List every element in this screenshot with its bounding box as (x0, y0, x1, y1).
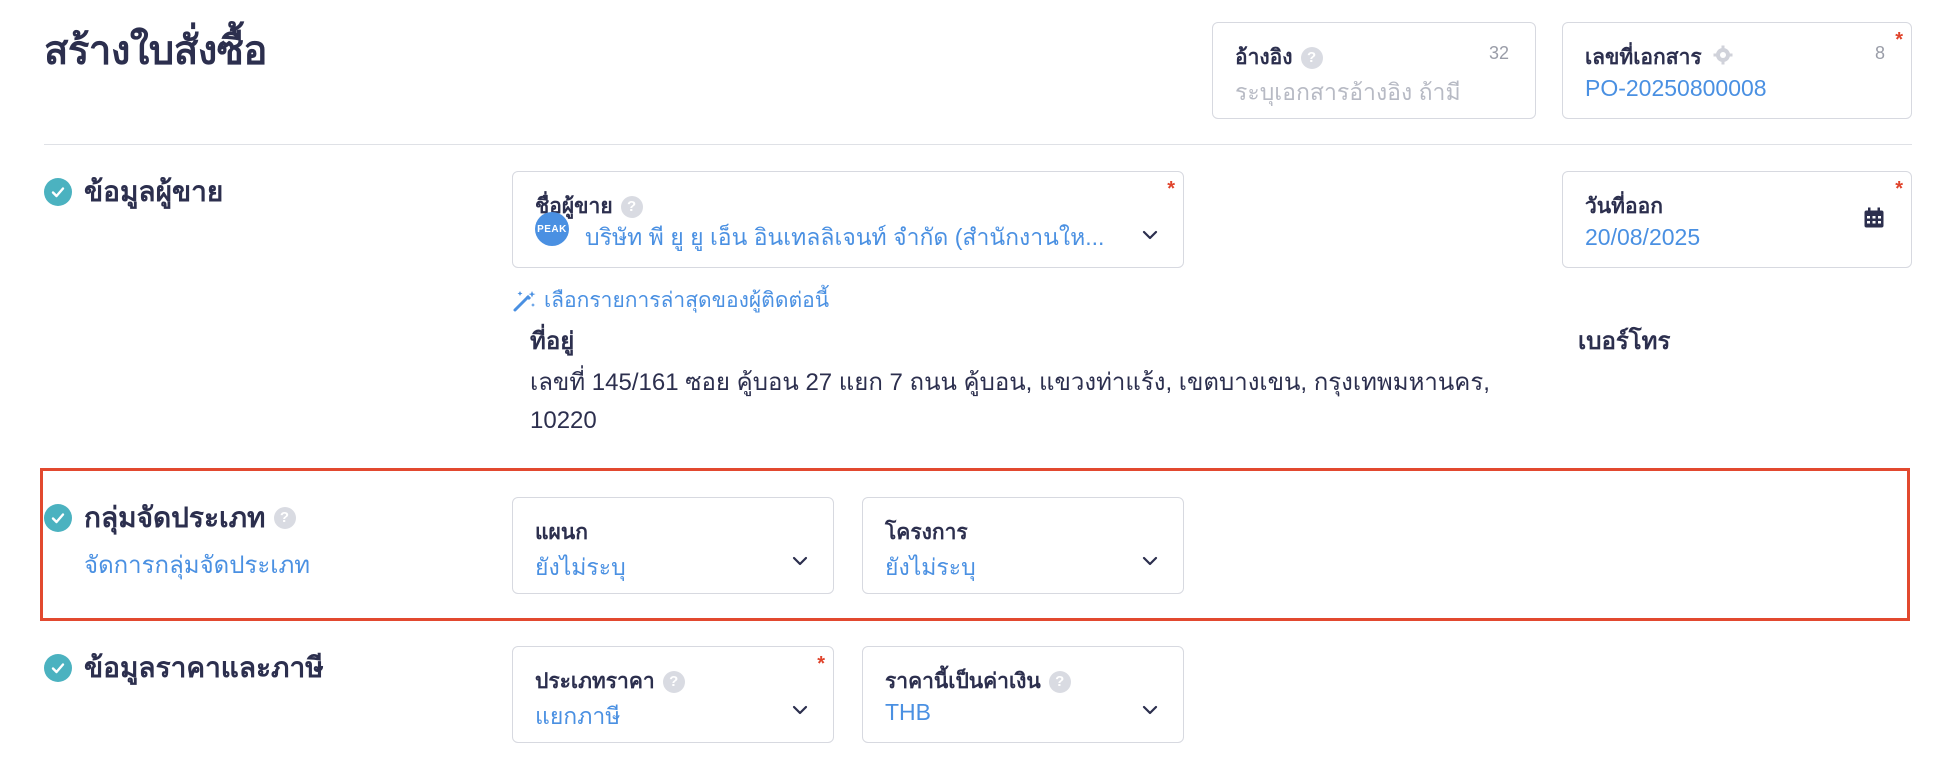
doc-number-label: เลขที่เอกสาร (1585, 46, 1702, 69)
issue-date-label: วันที่ออก (1585, 195, 1663, 218)
chevron-down-icon[interactable] (1139, 699, 1161, 721)
reference-char-counter: 32 (1488, 43, 1509, 63)
reference-field[interactable]: อ้างอิง? 32 ระบุเอกสารอ้างอิง ถ้ามี (1212, 22, 1536, 119)
address-line-2: 10220 (530, 407, 597, 434)
project-value: ยังไม่ระบุ (885, 554, 976, 580)
reference-input[interactable]: ระบุเอกสารอ้างอิง ถ้ามี (1235, 75, 1461, 111)
doc-number-field[interactable]: เลขที่เอกสาร 8 * PO-20250800008 (1562, 22, 1912, 119)
help-icon[interactable]: ? (620, 196, 643, 219)
currency-select[interactable]: ราคานี้เป็นค่าเงิน? THB (862, 646, 1184, 743)
price-type-label: ประเภทราคา (535, 670, 655, 693)
price-type-select[interactable]: ประเภทราคา? * แยกภาษี (512, 646, 834, 743)
check-icon (44, 178, 72, 206)
chevron-down-icon[interactable] (1139, 550, 1161, 572)
help-icon[interactable]: ? (1048, 671, 1071, 694)
department-select[interactable]: แผนก ยังไม่ระบุ (512, 497, 834, 594)
magic-wand-icon (513, 290, 536, 311)
manage-categories-link[interactable]: จัดการกลุ่มจัดประเภท (84, 545, 310, 584)
help-icon[interactable]: ? (1300, 47, 1323, 70)
help-icon[interactable]: ? (273, 507, 296, 529)
gear-icon[interactable] (1713, 45, 1733, 71)
category-section-header: กลุ่มจัดประเภท ? (44, 496, 296, 540)
latest-contact-link[interactable]: เลือกรายการล่าสุดของผู้ติดต่อนี้ (512, 284, 829, 317)
vendor-avatar: PEAK (535, 212, 569, 246)
issue-date-value[interactable]: 20/08/2025 (1585, 224, 1700, 251)
calendar-icon[interactable] (1863, 207, 1885, 229)
department-label: แผนก (535, 521, 588, 544)
price-type-value: แยกภาษี (535, 703, 621, 729)
issue-date-field[interactable]: วันที่ออก * 20/08/2025 (1562, 171, 1912, 268)
required-marker: * (1167, 178, 1175, 200)
required-marker: * (1895, 29, 1903, 51)
header-divider (44, 144, 1912, 145)
required-marker: * (1895, 178, 1903, 200)
doc-number-input[interactable]: PO-20250800008 (1585, 75, 1767, 102)
currency-value: THB (885, 699, 931, 725)
required-marker: * (817, 653, 825, 675)
vendor-name-select[interactable]: ชื่อผู้ขาย? * PEAK บริษัท พี ยู ยู เอ็น … (512, 171, 1184, 268)
doc-number-char-counter: 8 (1874, 43, 1885, 63)
price-section-title: ข้อมูลราคาและภาษี (84, 652, 324, 683)
vendor-section-header: ข้อมูลผู้ขาย (44, 170, 223, 214)
chevron-down-icon[interactable] (789, 699, 811, 721)
chevron-down-icon[interactable] (1139, 224, 1161, 246)
address-line-1: เลขที่ 145/161 ซอย คู้บอน 27 แยก 7 ถนน ค… (530, 369, 1490, 396)
check-icon (44, 654, 72, 682)
vendor-section-title: ข้อมูลผู้ขาย (84, 176, 224, 207)
check-icon (44, 504, 72, 532)
category-section-title: กลุ่มจัดประเภท (84, 502, 266, 533)
chevron-down-icon[interactable] (789, 550, 811, 572)
address-label: ที่อยู่ (530, 328, 575, 355)
project-label: โครงการ (885, 521, 968, 544)
currency-label: ราคานี้เป็นค่าเงิน (885, 670, 1041, 693)
latest-contact-link-label[interactable]: เลือกรายการล่าสุดของผู้ติดต่อนี้ (544, 284, 829, 317)
vendor-name-value: บริษัท พี ยู ยู เอ็น อินเทลลิเจนท์ จำกัด… (585, 224, 1105, 250)
department-value: ยังไม่ระบุ (535, 554, 626, 580)
help-icon[interactable]: ? (662, 671, 685, 694)
reference-label: อ้างอิง (1235, 46, 1293, 69)
page-title: สร้างใบสั่งซื้อ (44, 29, 267, 73)
price-section-header: ข้อมูลราคาและภาษี (44, 646, 324, 690)
project-select[interactable]: โครงการ ยังไม่ระบุ (862, 497, 1184, 594)
phone-label: เบอร์โทร (1578, 328, 1671, 355)
